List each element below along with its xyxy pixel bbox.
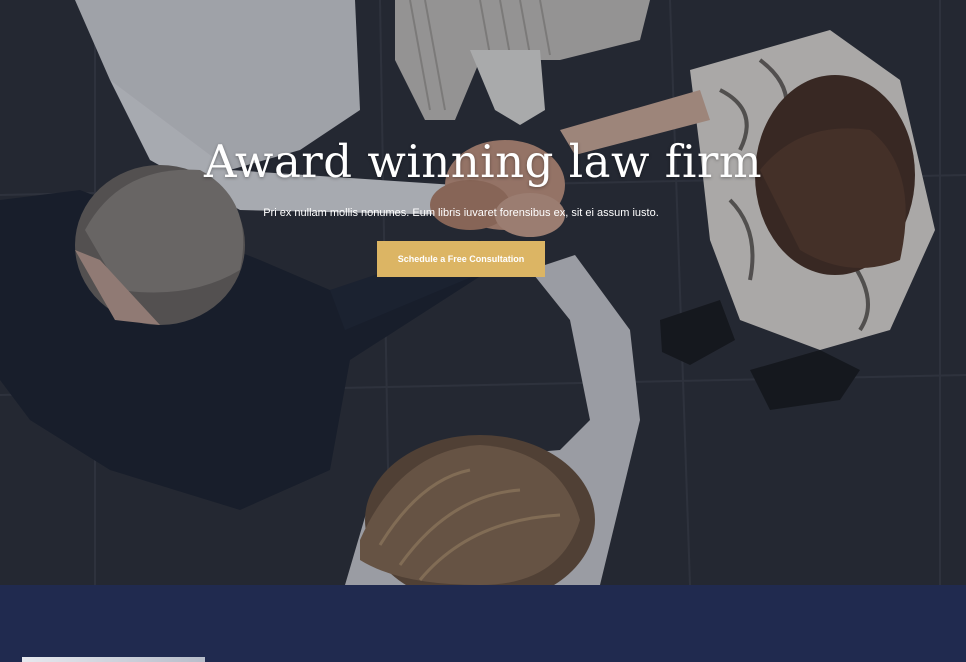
navy-content-band (0, 585, 966, 662)
hero-overlay (0, 0, 966, 585)
hero-title: Award winning law firm (203, 135, 763, 188)
schedule-consultation-button[interactable]: Schedule a Free Consultation (377, 241, 545, 277)
hero-subtitle: Pri ex nullam mollis nonumes. Eum libris… (263, 207, 659, 219)
partial-image (22, 657, 205, 662)
hero-section: Award winning law firm Pri ex nullam mol… (0, 0, 966, 585)
